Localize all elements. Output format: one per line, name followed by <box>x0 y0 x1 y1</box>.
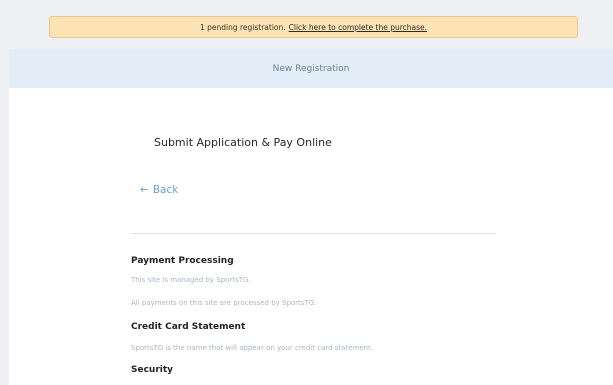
payment-processing-heading: Payment Processing <box>131 256 234 266</box>
complete-purchase-link[interactable]: Click here to complete the purchase. <box>289 23 427 32</box>
back-link-label: Back <box>152 184 179 196</box>
payment-processing-text-1: This site is managed by SportsTG. <box>131 276 251 284</box>
registration-card <box>9 88 613 385</box>
pending-registration-banner: 1 pending registration. Click here to co… <box>49 16 578 38</box>
payment-processing-text-2: All payments on this site are processed … <box>131 299 317 307</box>
arrow-left-icon: ← <box>140 184 149 196</box>
page-title: Submit Application & Pay Online <box>154 136 332 149</box>
divider <box>131 233 496 234</box>
registration-header-title: New Registration <box>272 63 350 74</box>
pending-registration-text: 1 pending registration. <box>199 22 286 32</box>
credit-card-statement-text: SportsTG is the name that will appear on… <box>131 344 374 352</box>
registration-header: New Registration <box>9 49 613 88</box>
credit-card-statement-heading: Credit Card Statement <box>131 322 246 332</box>
back-link[interactable]: ← Back <box>140 184 178 196</box>
security-heading: Security <box>131 365 174 375</box>
